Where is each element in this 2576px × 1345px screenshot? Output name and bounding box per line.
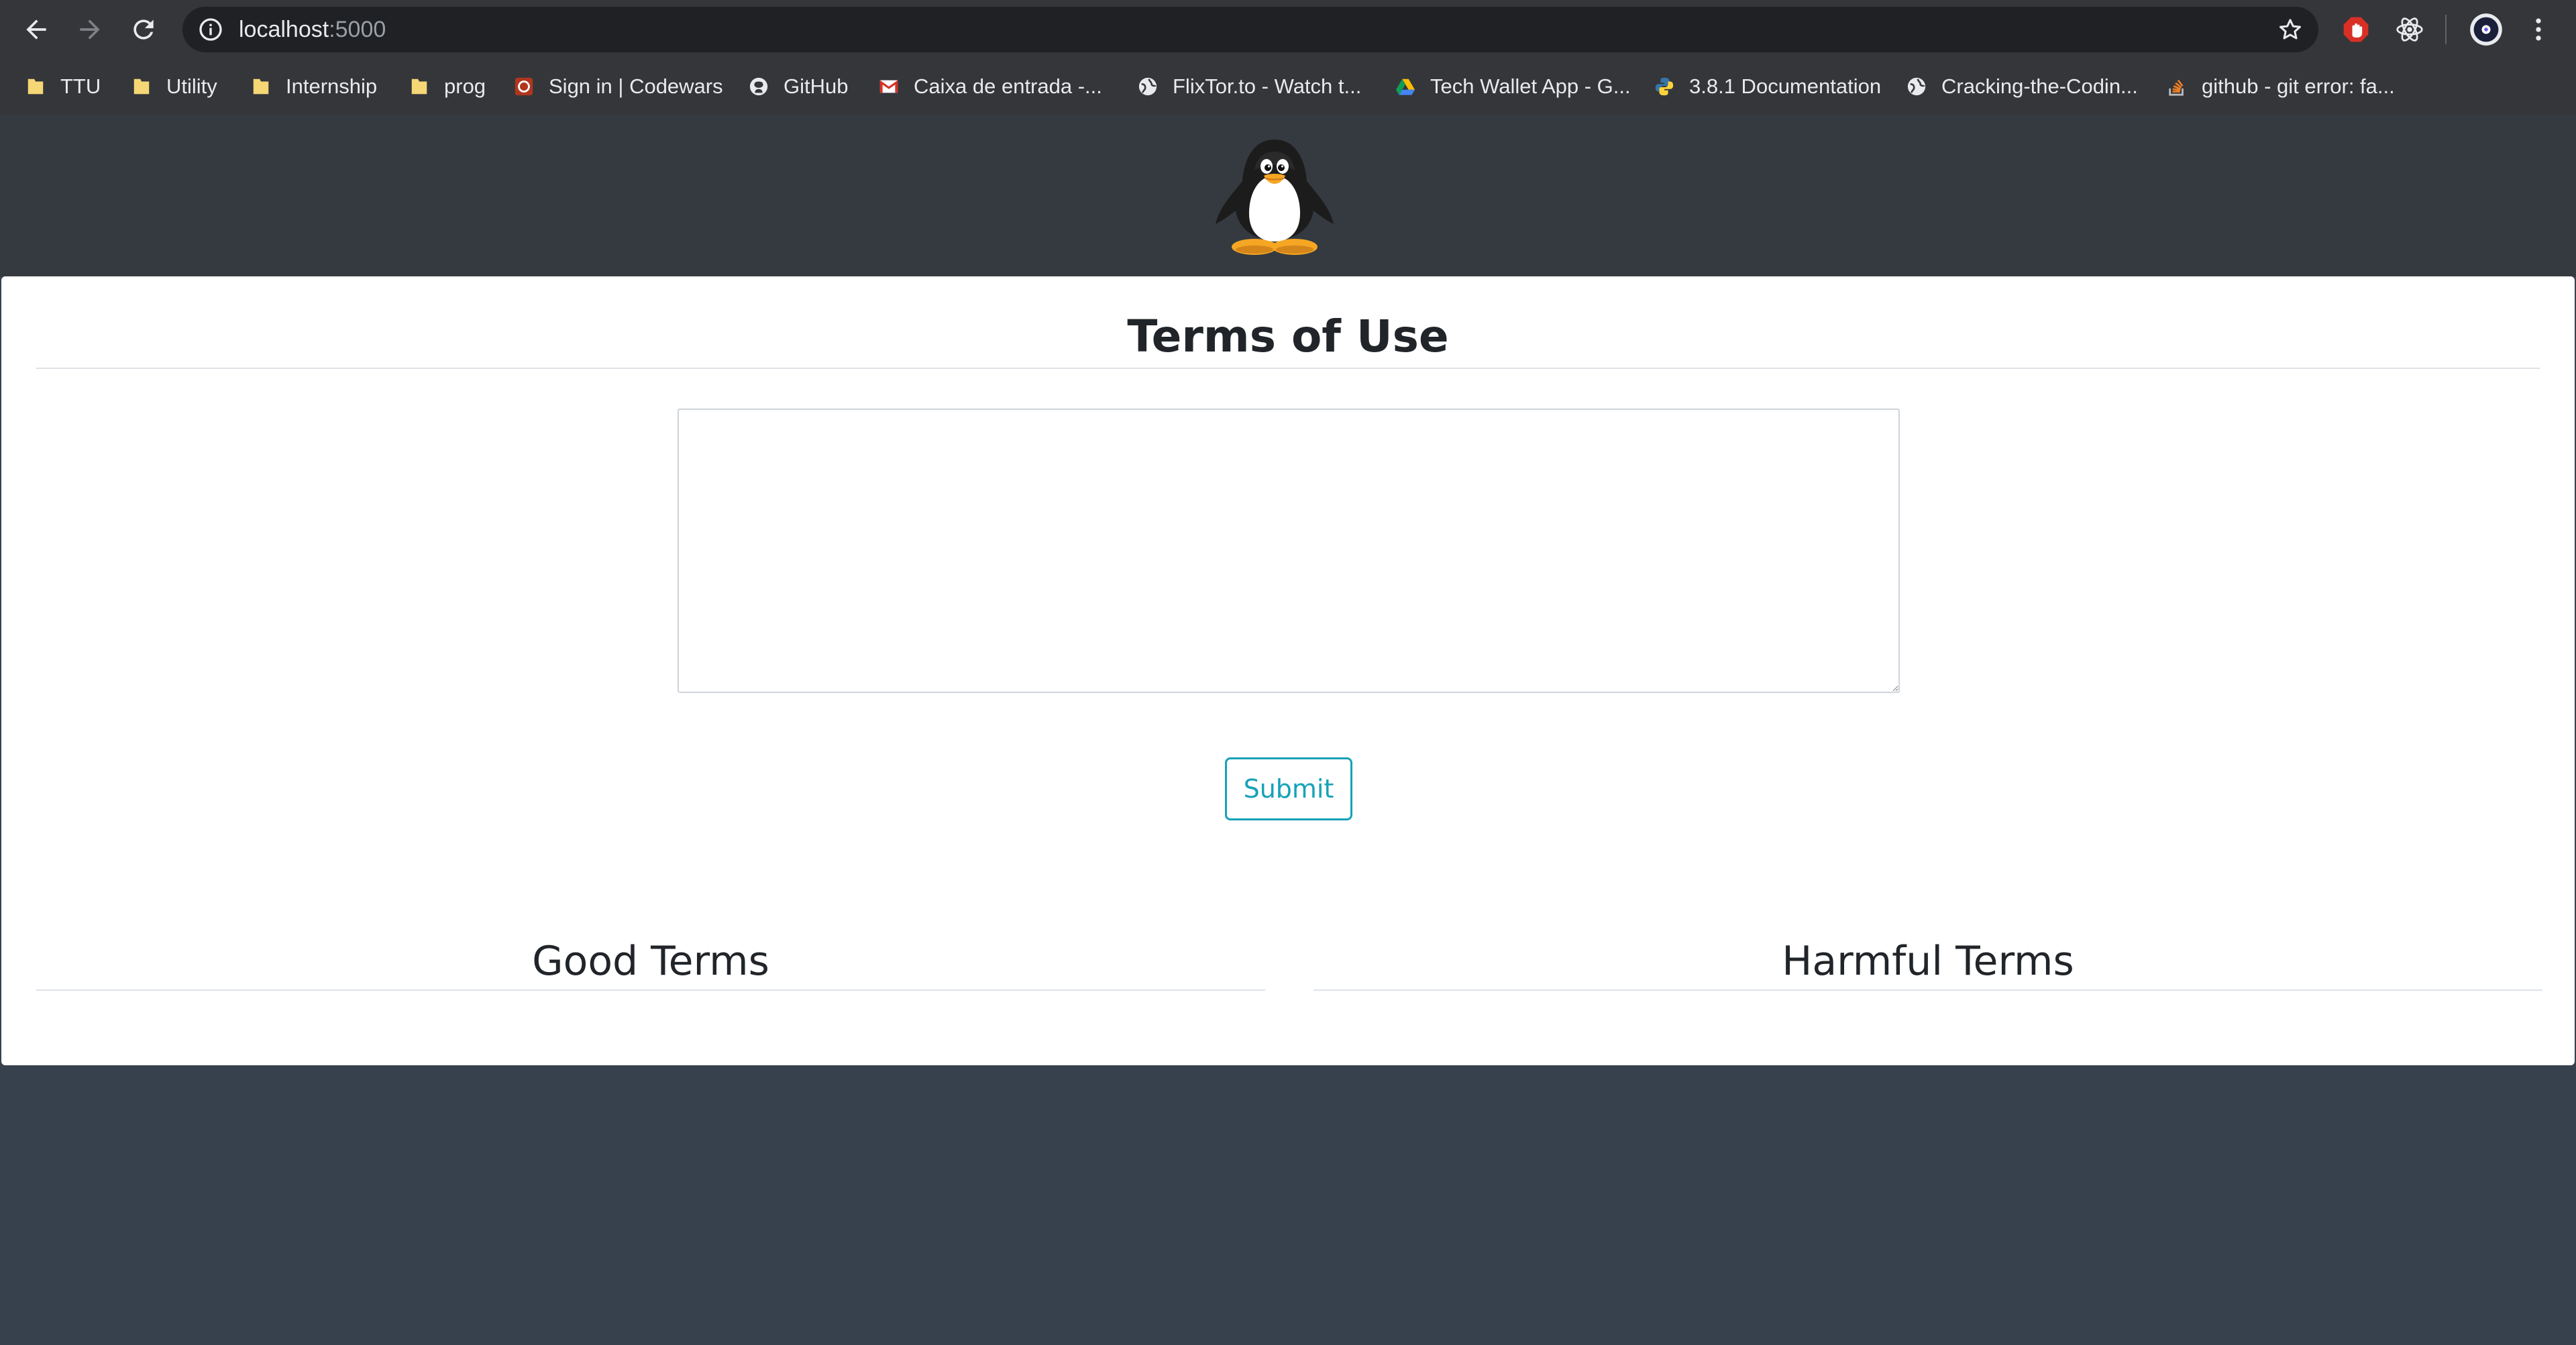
forward-button[interactable] — [71, 11, 109, 48]
back-arrow-icon — [26, 19, 46, 40]
page-header — [0, 114, 2576, 276]
bookmark-utility[interactable]: Utility — [131, 59, 217, 114]
folder-icon — [131, 76, 152, 97]
avatar-icon — [2470, 13, 2502, 46]
python-icon — [1654, 76, 1674, 97]
harmful-terms-heading: Harmful Terms — [1782, 938, 2074, 985]
bookmark-stackoverflow[interactable]: github - git error: fa... — [2167, 59, 2395, 114]
info-icon[interactable] — [197, 16, 224, 43]
forward-arrow-icon — [80, 19, 100, 40]
good-terms-heading: Good Terms — [532, 938, 769, 985]
react-atom-icon — [2396, 17, 2423, 42]
bookmark-flixtor[interactable]: FlixTor.to - Watch t... — [1138, 59, 1361, 114]
bookmark-label: prog — [444, 74, 486, 98]
bookmark-label: Caixa de entrada -... — [914, 74, 1102, 98]
github-icon — [749, 76, 769, 97]
bookmark-prog[interactable]: prog — [409, 59, 486, 114]
bookmark-label: Internship — [286, 74, 378, 98]
harmful-terms-divider — [1313, 989, 2542, 991]
url-text[interactable]: localhost:5000 — [239, 7, 386, 52]
browser-chrome: localhost:5000 TTU Utility Internship pr… — [0, 0, 2576, 114]
folder-icon — [25, 76, 46, 97]
page-title: Terms of Use — [1127, 311, 1449, 362]
more-vert-icon — [2536, 18, 2541, 41]
bookmark-label: FlixTor.to - Watch t... — [1173, 74, 1362, 98]
bookmark-python-docs[interactable]: 3.8.1 Documentation — [1654, 59, 1881, 114]
profile-avatar[interactable] — [2469, 12, 2504, 47]
back-button[interactable] — [17, 11, 55, 48]
bookmark-github[interactable]: GitHub — [749, 59, 848, 114]
bookmark-label: GitHub — [784, 74, 849, 98]
bookmark-codewars[interactable]: Sign in | Codewars — [514, 59, 723, 114]
codewars-icon — [514, 76, 534, 97]
url-host: localhost — [239, 17, 329, 42]
bookmark-tech-wallet[interactable]: Tech Wallet App - G... — [1395, 59, 1631, 114]
bookmark-internship[interactable]: Internship — [251, 59, 377, 114]
url-port: :5000 — [329, 17, 386, 42]
bookmark-label: Sign in | Codewars — [549, 74, 723, 98]
title-divider — [36, 368, 2540, 369]
extension-react-devtools[interactable] — [2394, 13, 2426, 46]
submit-button[interactable]: Submit — [1225, 757, 1352, 820]
bookmark-label: Cracking-the-Codin... — [1941, 74, 2138, 98]
bookmark-star-icon[interactable] — [2277, 16, 2304, 43]
reload-button[interactable] — [125, 11, 162, 48]
folder-icon — [251, 76, 271, 97]
good-terms-divider — [36, 989, 1265, 991]
terms-card: Terms of Use Submit Good Terms Harmful T… — [1, 276, 2575, 1065]
browser-toolbar: localhost:5000 — [0, 0, 2576, 59]
extension-adblock[interactable] — [2340, 13, 2372, 46]
penguin-logo — [1216, 140, 1334, 255]
adblock-hand-icon — [2343, 17, 2369, 42]
terms-textarea[interactable] — [678, 409, 1900, 693]
bookmark-label: TTU — [60, 74, 101, 98]
gmail-icon — [879, 76, 899, 97]
bookmark-cracking-the-coding[interactable]: Cracking-the-Codin... — [1907, 59, 2138, 114]
globe-icon — [1907, 76, 1927, 97]
bookmark-label: Utility — [166, 74, 217, 98]
address-bar[interactable]: localhost:5000 — [182, 7, 2318, 52]
bookmarks-bar: TTU Utility Internship prog Sign in | Co… — [0, 59, 2576, 114]
globe-icon — [1138, 76, 1158, 97]
reload-icon — [133, 19, 154, 40]
google-drive-icon — [1395, 76, 1415, 97]
stackoverflow-icon — [2167, 76, 2187, 97]
bookmark-gmail[interactable]: Caixa de entrada -... — [879, 59, 1102, 114]
bookmark-label: 3.8.1 Documentation — [1689, 74, 1882, 98]
bookmark-label: github - git error: fa... — [2202, 74, 2395, 98]
toolbar-divider — [2445, 15, 2447, 44]
bookmark-label: Tech Wallet App - G... — [1430, 74, 1631, 98]
browser-menu-button[interactable] — [2522, 13, 2555, 46]
folder-icon — [409, 76, 429, 97]
bookmark-ttu[interactable]: TTU — [25, 59, 101, 114]
